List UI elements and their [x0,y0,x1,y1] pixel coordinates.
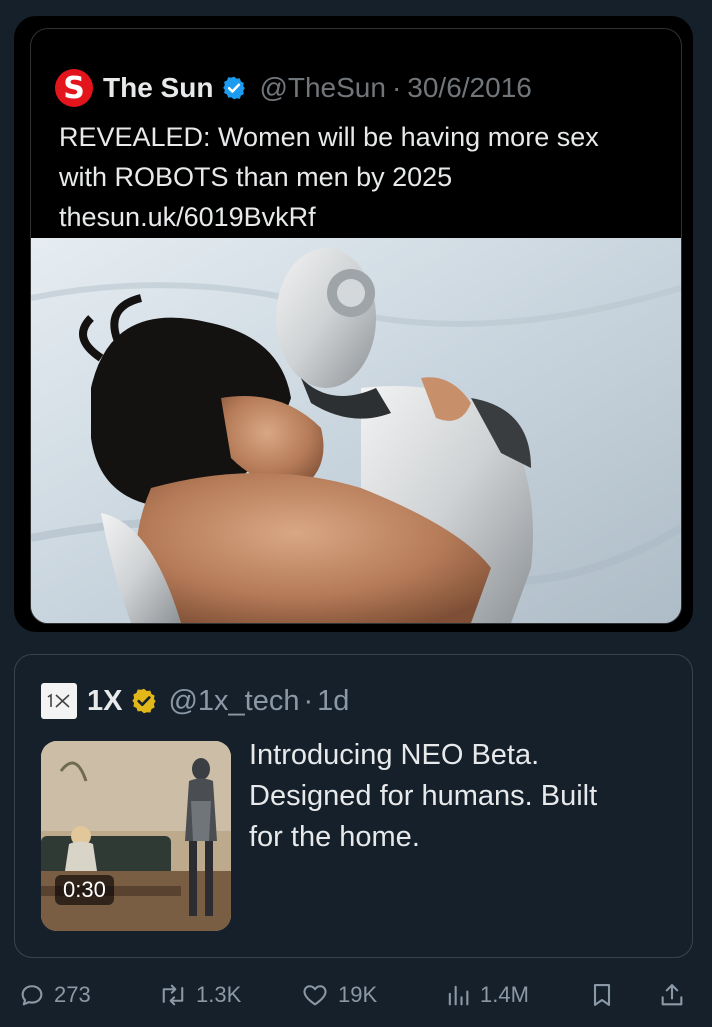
view-count: 1.4M [480,982,529,1007]
1x-logo-icon [47,693,70,708]
video-thumbnail[interactable]: 0:30 [41,741,231,931]
quoted-tweet-header: 1X @1x_tech · 1d [41,683,349,719]
quoted-tweet-age[interactable]: 1d [317,685,349,718]
tweet-view: S The Sun @TheSun · 30/6/2016 REVEALED: … [0,0,712,1027]
the-sun-tweet-text: REVEALED: Women will be having more sex … [59,117,669,237]
quoted-author-name[interactable]: 1X [87,685,122,718]
heart-icon [303,985,327,1006]
repost-icon [162,984,184,1006]
reply-button[interactable]: 273 [18,972,91,1018]
the-sun-tweet-screenshot: S The Sun @TheSun · 30/6/2016 REVEALED: … [30,28,682,624]
separator-dot: · [303,684,314,717]
robot-embrace-photo [31,238,681,623]
reply-icon [21,985,43,1006]
reply-count: 273 [54,982,91,1007]
the-sun-handle: @TheSun [259,72,386,103]
quoted-tweet-card[interactable]: 1X @1x_tech · 1d 0:30 Introducing NEO Be… [14,654,693,958]
screenshot-image-card[interactable]: S The Sun @TheSun · 30/6/2016 REVEALED: … [14,16,693,632]
like-button[interactable]: 19K [300,972,377,1018]
the-sun-header: S The Sun @TheSun · 30/6/2016 [55,69,532,107]
tweet-text-line: REVEALED: Women will be having more sex [59,122,599,152]
bookmark-button[interactable] [588,972,624,1018]
views-button[interactable]: 1.4M [444,972,529,1018]
tweet-text-line: for the home. [249,821,420,853]
tweet-text-line: Designed for humans. Built [249,780,598,812]
video-duration: 0:30 [55,875,114,905]
verified-badge-icon [223,76,246,100]
tweet-date: 30/6/2016 [407,72,532,103]
tweet-text-line: Introducing NEO Beta. [249,739,540,771]
verified-gold-badge-icon [132,688,157,714]
share-button[interactable] [658,972,694,1018]
quoted-tweet-text: Introducing NEO Beta. Designed for human… [249,735,669,858]
photo-illustration [31,238,681,623]
repost-count: 1.3K [196,982,242,1007]
the-sun-logo: S [55,69,93,107]
1x-avatar[interactable] [41,683,77,719]
tweet-text-line: with ROBOTS than men by 2025 [59,162,453,192]
share-icon [661,984,683,1006]
repost-button[interactable]: 1.3K [158,972,241,1018]
analytics-icon [448,985,469,1006]
like-count: 19K [338,982,378,1007]
the-sun-name: The Sun [103,72,214,103]
tweet-action-bar: 273 1.3K 19K 1.4M [0,972,712,1018]
bookmark-icon [593,984,611,1006]
separator-dot: · [391,72,402,103]
quoted-author-handle[interactable]: @1x_tech [168,685,299,718]
tweet-link: thesun.uk/6019BvkRf [59,202,316,232]
